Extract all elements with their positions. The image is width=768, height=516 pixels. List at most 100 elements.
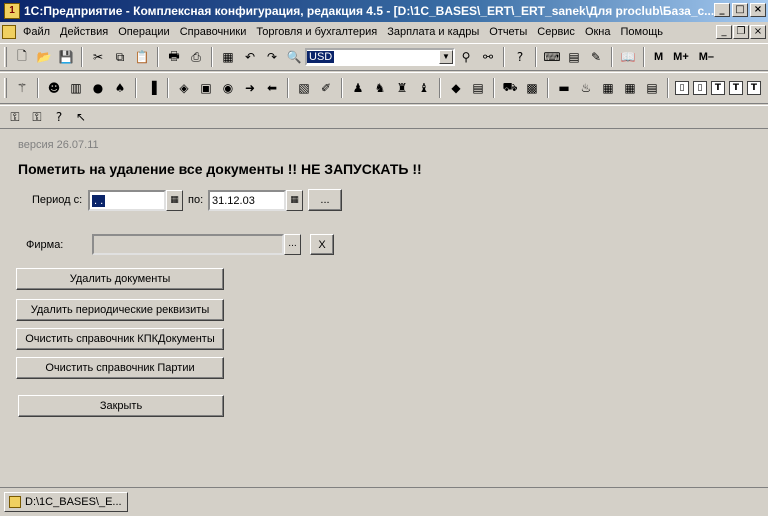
period-to-label: по: <box>188 194 204 206</box>
menu-service[interactable]: Сервис <box>532 26 580 38</box>
copy-icon[interactable]: ⧉ <box>111 48 129 66</box>
journal-icon[interactable]: ▤ <box>469 79 487 97</box>
delete-periodic-attributes-button[interactable]: Удалить периодические реквизиты <box>16 299 224 321</box>
export-icon[interactable]: ⬅ <box>263 79 281 97</box>
save-icon[interactable]: 💾 <box>57 48 75 66</box>
memory-add-button[interactable]: M+ <box>670 48 692 66</box>
note-icon[interactable]: ▧ <box>295 79 313 97</box>
box-icon[interactable]: ◆ <box>447 79 465 97</box>
calendar-icon[interactable]: ▤ <box>565 48 583 66</box>
text-report-extra-icon[interactable]: T <box>747 81 761 95</box>
help-box-icon[interactable]: ? <box>50 108 68 126</box>
chevron-down-icon[interactable]: ▼ <box>439 50 453 64</box>
redo-icon[interactable]: ↷ <box>263 48 281 66</box>
apple-icon[interactable]: ● <box>89 79 107 97</box>
calendar-icon[interactable]: ▦ <box>166 190 183 211</box>
calendar-icon[interactable]: ▦ <box>286 190 303 211</box>
lock-icon[interactable]: ⚿ <box>6 108 24 126</box>
menu-file[interactable]: Файл <box>18 26 55 38</box>
menu-trade[interactable]: Торговля и бухгалтерия <box>251 26 382 38</box>
window-bar: D:\1C_BASES\_E... <box>0 487 768 516</box>
period-from-field[interactable]: . . <box>88 190 166 211</box>
context-help-icon[interactable]: ↖ <box>72 108 90 126</box>
doc-close-button[interactable]: × <box>750 25 766 39</box>
processing-form: версия 26.07.11 Пометить на удаление все… <box>4 131 764 485</box>
replace-icon[interactable]: ⚯ <box>479 48 497 66</box>
period-to-field[interactable]: 31.12.03 <box>208 190 286 211</box>
cut-icon[interactable]: ✂ <box>89 48 107 66</box>
currency-select[interactable]: USD ▼ <box>305 48 455 66</box>
maximize-button[interactable]: □ <box>732 3 748 17</box>
book-icon[interactable]: 📖 <box>619 48 637 66</box>
menu-windows[interactable]: Окна <box>580 26 616 38</box>
delete-documents-button[interactable]: Удалить документы <box>16 268 224 290</box>
users-icon[interactable]: ♞ <box>371 79 389 97</box>
doc-edit-icon[interactable]: ◈ <box>175 79 193 97</box>
close-form-button[interactable]: Закрыть <box>18 395 224 417</box>
menu-bar: Файл Действия Операции Справочники Торго… <box>0 22 768 42</box>
print-preview-icon[interactable]: ⎙ <box>187 48 205 66</box>
menu-reports[interactable]: Отчеты <box>484 26 532 38</box>
paste-icon[interactable]: 📋 <box>133 48 151 66</box>
find-icon[interactable]: 🔍 <box>285 48 303 66</box>
help-icon[interactable]: ? <box>511 48 529 66</box>
menu-salary[interactable]: Зарплата и кадры <box>382 26 484 38</box>
table-alt-icon[interactable]: ▦ <box>621 79 639 97</box>
period-select-button[interactable]: ... <box>308 189 342 211</box>
sunglasses-icon[interactable]: ☻ <box>45 79 63 97</box>
title-bar: 1 1С:Предприятие - Комплексная конфигура… <box>0 0 768 22</box>
truck-icon[interactable]: ⛟ <box>501 79 519 97</box>
menu-actions[interactable]: Действия <box>55 26 113 38</box>
operations-toolbar: ⚚ ☻ ▥ ● ♠ ▐ ◈ ▣ ◉ ➜ ⬅ ▧ ✐ ♟ ♞ ♜ ♝ ◆ ▤ ⛟ … <box>0 72 768 104</box>
edit-icon[interactable]: ✎ <box>587 48 605 66</box>
employee-icon[interactable]: ♜ <box>393 79 411 97</box>
minimize-button[interactable]: _ <box>714 3 730 17</box>
menu-help[interactable]: Помощь <box>616 26 669 38</box>
menu-catalogs[interactable]: Справочники <box>175 26 252 38</box>
memory-subtract-button[interactable]: M– <box>696 48 717 66</box>
text-report-icon[interactable]: T <box>711 81 725 95</box>
firm-clear-button[interactable]: X <box>310 234 334 255</box>
unlock-icon[interactable]: ⚿ <box>28 108 46 126</box>
wand-icon[interactable]: ⚚ <box>13 79 31 97</box>
books-icon[interactable]: ▥ <box>67 79 85 97</box>
staff-icon[interactable]: ♝ <box>415 79 433 97</box>
car-icon[interactable]: ▬ <box>555 79 573 97</box>
document-icon[interactable] <box>2 25 16 39</box>
version-label: версия 26.07.11 <box>18 139 99 151</box>
report-icon[interactable]: ▯ <box>675 81 689 95</box>
money-bag-icon[interactable]: ♠ <box>111 79 129 97</box>
doc-list-icon[interactable]: ▣ <box>197 79 215 97</box>
undo-icon[interactable]: ↶ <box>241 48 259 66</box>
firm-select-button[interactable]: ... <box>284 234 301 255</box>
doc-minimize-button[interactable]: _ <box>716 25 732 39</box>
firm-field[interactable] <box>92 234 284 255</box>
period-from-label: Период с: <box>32 194 83 206</box>
open-icon[interactable]: 📂 <box>35 48 53 66</box>
standard-toolbar: 🗋 📂 💾 ✂ ⧉ 📋 🖶 ⎙ ▦ ↶ ↷ 🔍 USD ▼ ⚲ ⚯ ? ⌨ ▤ … <box>0 43 768 71</box>
clear-batches-button[interactable]: Очистить справочник Партии <box>16 357 224 379</box>
report-alt-icon[interactable]: ▯ <box>693 81 707 95</box>
document-text-icon[interactable]: ▤ <box>643 79 661 97</box>
close-button[interactable]: × <box>750 3 766 17</box>
firm-label: Фирма: <box>26 239 64 251</box>
text-report-alt-icon[interactable]: T <box>729 81 743 95</box>
library-icon[interactable]: ▐ <box>143 79 161 97</box>
calculator-icon[interactable]: ▦ <box>219 48 237 66</box>
new-icon[interactable]: 🗋 <box>13 48 31 66</box>
doc-restore-button[interactable]: ❐ <box>733 25 749 39</box>
print-icon[interactable]: 🖶 <box>165 48 183 66</box>
cash-register-icon[interactable]: ▩ <box>523 79 541 97</box>
clear-kpk-documents-button[interactable]: Очистить справочник КПКДокументы <box>16 328 224 350</box>
table-icon[interactable]: ▦ <box>599 79 617 97</box>
people-icon[interactable]: ♟ <box>349 79 367 97</box>
import-icon[interactable]: ➜ <box>241 79 259 97</box>
note-edit-icon[interactable]: ✐ <box>317 79 335 97</box>
coins-icon[interactable]: ◉ <box>219 79 237 97</box>
keyboard-icon[interactable]: ⌨ <box>543 48 561 66</box>
menu-operations[interactable]: Операции <box>113 26 174 38</box>
bottles-icon[interactable]: ♨ <box>577 79 595 97</box>
memory-button[interactable]: M <box>651 48 666 66</box>
window-tab[interactable]: D:\1C_BASES\_E... <box>4 492 128 512</box>
search-icon[interactable]: ⚲ <box>457 48 475 66</box>
